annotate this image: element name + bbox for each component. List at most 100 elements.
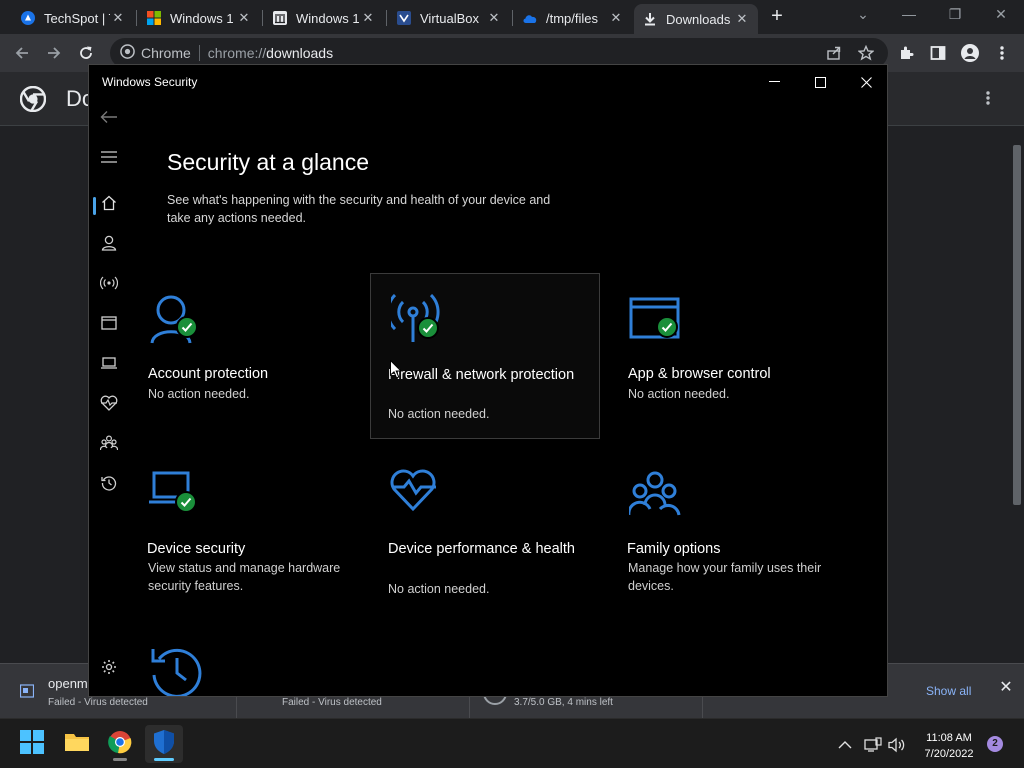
taskbar-chrome[interactable] [101, 725, 139, 763]
tab-virtualbox[interactable]: VirtualBox ✕ [388, 4, 510, 32]
tab-search-icon[interactable]: ⌄ [840, 0, 886, 30]
close-tab-icon[interactable]: ✕ [734, 11, 750, 27]
notification-badge[interactable]: 2 [987, 736, 1003, 752]
back-icon[interactable] [89, 99, 129, 135]
cloud-icon [522, 10, 538, 26]
tab-title: TechSpot | T [44, 10, 110, 26]
wikipedia-icon [272, 10, 288, 26]
heart-pulse-icon [390, 469, 446, 521]
site-chip: Chrome [141, 45, 191, 61]
app-window-icon [629, 293, 685, 345]
network-icon[interactable] [864, 736, 882, 754]
nav-account-protection[interactable] [89, 227, 129, 263]
close-tab-icon[interactable]: ✕ [236, 10, 252, 26]
window-titlebar[interactable]: Windows Security [89, 65, 887, 99]
tab-separator [512, 10, 513, 26]
minimize-icon[interactable]: — [886, 0, 932, 30]
windows-security-window: Windows Security Security at a glance Se… [88, 64, 888, 697]
tile-firewall-network[interactable]: Firewall & network protection No action … [370, 273, 600, 439]
hamburger-menu-icon[interactable] [89, 139, 129, 175]
tile-status: No action needed. [628, 387, 730, 401]
security-dashboard: Security at a glance See what's happenin… [129, 99, 887, 696]
download-status: 3.7/5.0 GB, 4 mins left [514, 697, 613, 708]
security-nav-rail [89, 99, 129, 696]
tab-downloads[interactable]: Downloads ✕ [634, 4, 758, 34]
back-icon[interactable] [12, 43, 32, 63]
tile-status: View status and manage hardware security… [148, 561, 341, 593]
close-icon[interactable]: ✕ [978, 0, 1024, 30]
nav-firewall[interactable] [89, 267, 129, 303]
virtualbox-icon [396, 10, 412, 26]
nav-home[interactable] [89, 187, 129, 223]
nav-protection-history[interactable] [89, 467, 129, 503]
protection-history-icon[interactable] [149, 645, 205, 696]
tab-separator [386, 10, 387, 26]
url-scheme: chrome:// [207, 45, 267, 61]
download-status: Failed - Virus detected [282, 697, 382, 708]
tab-windows-2[interactable]: Windows 1 ✕ [264, 4, 384, 32]
maximize-icon[interactable] [797, 65, 843, 99]
tile-title: Account protection [148, 366, 269, 382]
tile-title: Device security [147, 541, 246, 557]
scrollbar-thumb[interactable] [1013, 145, 1021, 505]
extensions-icon[interactable] [896, 43, 916, 63]
tab-tmp-files[interactable]: /tmp/files ✕ [514, 4, 632, 32]
show-hidden-icons-icon[interactable] [836, 736, 854, 754]
taskbar-clock[interactable]: 11:08 AM 7/20/2022 [916, 730, 982, 762]
bookmark-star-icon[interactable] [856, 43, 876, 63]
nav-device-security[interactable] [89, 347, 129, 383]
nav-app-browser[interactable] [89, 307, 129, 343]
restore-icon[interactable]: ❐ [932, 0, 978, 30]
minimize-icon[interactable] [751, 65, 797, 99]
heart-pulse-icon [100, 395, 118, 416]
close-tab-icon[interactable]: ✕ [486, 10, 502, 26]
antenna-icon [99, 276, 119, 295]
status-check-icon [417, 317, 439, 339]
tab-windows-1[interactable]: Windows 1 ✕ [138, 4, 260, 32]
forward-icon[interactable] [44, 43, 64, 63]
nav-settings[interactable] [89, 651, 129, 687]
close-tab-icon[interactable]: ✕ [608, 10, 624, 26]
family-icon [99, 434, 119, 456]
chrome-logo-icon [120, 44, 135, 62]
clock-date: 7/20/2022 [924, 748, 974, 760]
tab-separator [136, 10, 137, 26]
window-title: Windows Security [102, 75, 198, 89]
tile-app-browser-control[interactable]: App & browser control No action needed. [609, 273, 839, 439]
techspot-icon [20, 10, 36, 26]
close-icon[interactable] [843, 65, 887, 99]
downloads-menu-icon[interactable] [986, 90, 990, 111]
tile-device-performance[interactable]: Device performance & health No action ne… [370, 449, 600, 615]
reload-icon[interactable] [76, 43, 96, 63]
close-download-bar-icon[interactable]: ✕ [998, 680, 1014, 696]
tab-techspot[interactable]: TechSpot | T ✕ [12, 4, 134, 32]
family-icon [627, 469, 685, 521]
person-icon [101, 235, 117, 256]
mouse-cursor-icon [390, 360, 402, 379]
omnibox-divider [198, 45, 200, 61]
tile-device-security[interactable]: Device security View status and manage h… [129, 449, 359, 615]
taskbar-windows-security[interactable] [145, 725, 183, 763]
gear-icon [101, 659, 117, 680]
close-tab-icon[interactable]: ✕ [110, 10, 126, 26]
home-icon [101, 195, 117, 216]
side-panel-icon[interactable] [928, 43, 948, 63]
tile-family-options[interactable]: Family options Manage how your family us… [609, 449, 839, 615]
menu-kebab-icon[interactable] [992, 43, 1012, 63]
close-tab-icon[interactable]: ✕ [360, 10, 376, 26]
page-subtitle: See what's happening with the security a… [167, 193, 551, 225]
shield-icon [152, 729, 176, 760]
windows-logo-icon [20, 729, 44, 759]
taskbar-file-explorer[interactable] [58, 725, 96, 763]
tab-title: Downloads [666, 11, 731, 27]
nav-family-options[interactable] [89, 427, 129, 463]
tile-account-protection[interactable]: Account protection No action needed. [129, 273, 359, 439]
page-scrollbar[interactable] [1010, 127, 1024, 662]
show-all-link[interactable]: Show all [926, 684, 971, 698]
profile-icon[interactable] [960, 43, 980, 63]
share-icon[interactable] [824, 43, 844, 63]
nav-device-performance[interactable] [89, 387, 129, 423]
start-button[interactable] [13, 725, 51, 763]
new-tab-button[interactable]: + [766, 6, 788, 28]
volume-icon[interactable] [888, 736, 906, 754]
